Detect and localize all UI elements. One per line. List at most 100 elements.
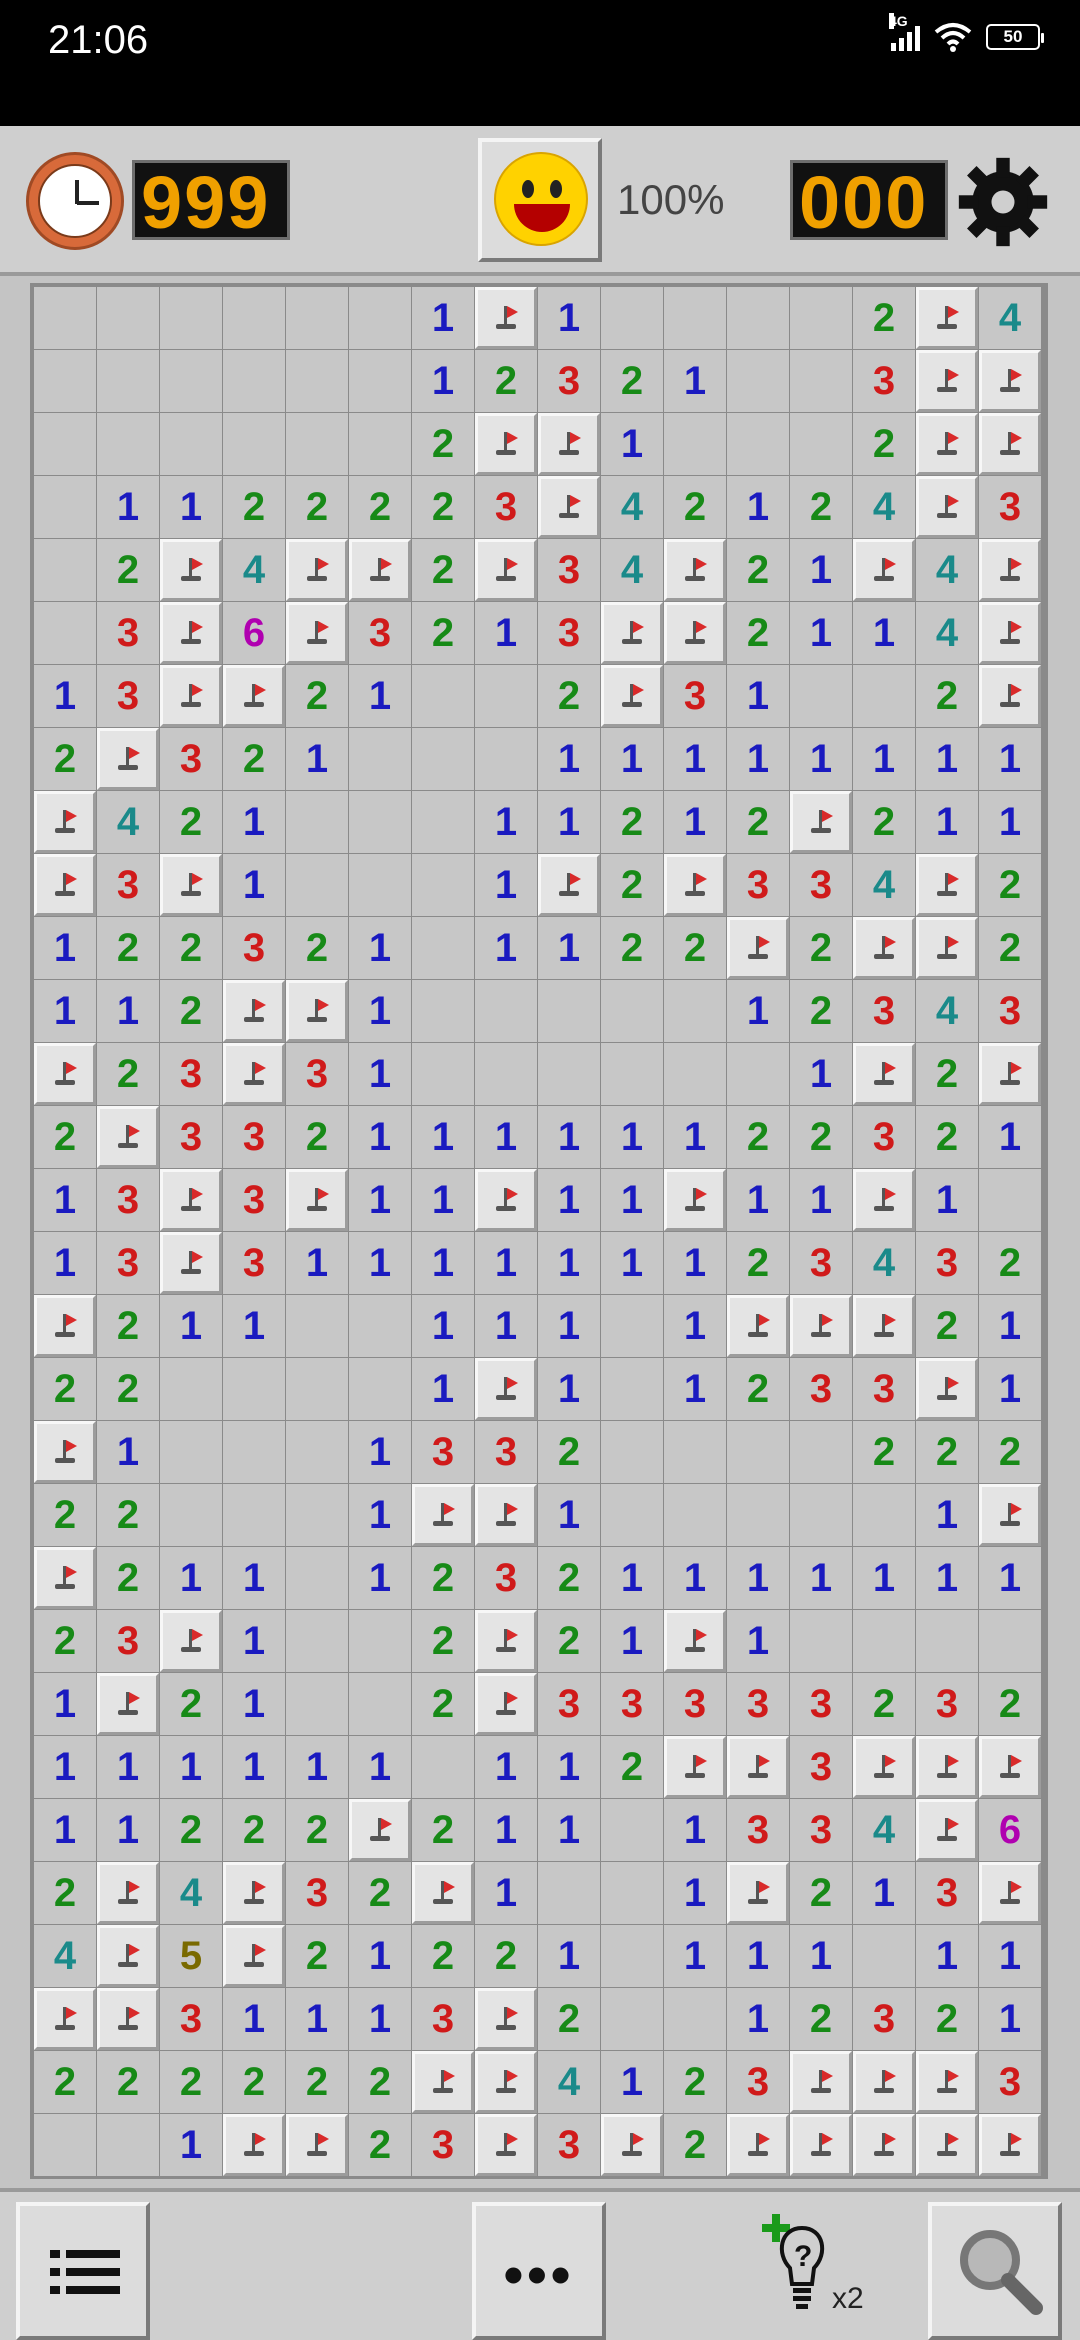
number-cell[interactable]: 2 — [286, 2051, 348, 2113]
flagged-cell[interactable] — [853, 1295, 915, 1357]
flagged-cell[interactable] — [790, 791, 852, 853]
number-cell[interactable]: 3 — [538, 1673, 600, 1735]
number-cell[interactable]: 3 — [475, 1421, 537, 1483]
number-cell[interactable]: 1 — [664, 1799, 726, 1861]
number-cell[interactable]: 2 — [34, 1484, 96, 1546]
number-cell[interactable]: 2 — [916, 665, 978, 727]
flagged-cell[interactable] — [475, 1169, 537, 1231]
number-cell[interactable]: 3 — [97, 854, 159, 916]
number-cell[interactable]: 2 — [979, 1673, 1041, 1735]
number-cell[interactable]: 1 — [475, 1799, 537, 1861]
number-cell[interactable]: 3 — [475, 476, 537, 538]
empty-cell[interactable] — [790, 665, 852, 727]
number-cell[interactable]: 2 — [853, 413, 915, 475]
flagged-cell[interactable] — [97, 1673, 159, 1735]
number-cell[interactable]: 2 — [727, 1106, 789, 1168]
number-cell[interactable]: 2 — [286, 665, 348, 727]
number-cell[interactable]: 3 — [790, 1736, 852, 1798]
empty-cell[interactable] — [160, 350, 222, 412]
number-cell[interactable]: 3 — [160, 728, 222, 790]
empty-cell[interactable] — [286, 854, 348, 916]
number-cell[interactable]: 3 — [790, 854, 852, 916]
flagged-cell[interactable] — [727, 917, 789, 979]
empty-cell[interactable] — [853, 1925, 915, 1987]
number-cell[interactable]: 3 — [790, 1232, 852, 1294]
flagged-cell[interactable] — [34, 1421, 96, 1483]
empty-cell[interactable] — [349, 1358, 411, 1420]
search-button[interactable] — [928, 2202, 1062, 2340]
flagged-cell[interactable] — [349, 539, 411, 601]
number-cell[interactable]: 1 — [664, 350, 726, 412]
number-cell[interactable]: 1 — [790, 539, 852, 601]
number-cell[interactable]: 1 — [979, 1988, 1041, 2050]
empty-cell[interactable] — [97, 2114, 159, 2176]
number-cell[interactable]: 1 — [412, 1295, 474, 1357]
empty-cell[interactable] — [286, 1421, 348, 1483]
empty-cell[interactable] — [286, 1484, 348, 1546]
empty-cell[interactable] — [475, 665, 537, 727]
number-cell[interactable]: 1 — [349, 1106, 411, 1168]
empty-cell[interactable] — [601, 1925, 663, 1987]
flagged-cell[interactable] — [412, 1862, 474, 1924]
flagged-cell[interactable] — [664, 1610, 726, 1672]
number-cell[interactable]: 3 — [790, 1358, 852, 1420]
number-cell[interactable]: 3 — [349, 602, 411, 664]
number-cell[interactable]: 2 — [286, 1106, 348, 1168]
number-cell[interactable]: 3 — [979, 980, 1041, 1042]
number-cell[interactable]: 1 — [538, 1736, 600, 1798]
number-cell[interactable]: 2 — [727, 602, 789, 664]
number-cell[interactable]: 1 — [538, 1169, 600, 1231]
number-cell[interactable]: 1 — [34, 1736, 96, 1798]
number-cell[interactable]: 2 — [916, 1988, 978, 2050]
empty-cell[interactable] — [286, 1547, 348, 1609]
flagged-cell[interactable] — [664, 1169, 726, 1231]
empty-cell[interactable] — [412, 728, 474, 790]
number-cell[interactable]: 2 — [601, 1736, 663, 1798]
empty-cell[interactable] — [727, 1043, 789, 1105]
number-cell[interactable]: 4 — [160, 1862, 222, 1924]
number-cell[interactable]: 1 — [349, 1925, 411, 1987]
number-cell[interactable]: 3 — [916, 1673, 978, 1735]
flagged-cell[interactable] — [979, 1484, 1041, 1546]
flagged-cell[interactable] — [97, 1988, 159, 2050]
number-cell[interactable]: 3 — [223, 1232, 285, 1294]
flagged-cell[interactable] — [97, 1862, 159, 1924]
number-cell[interactable]: 1 — [790, 1043, 852, 1105]
flagged-cell[interactable] — [34, 791, 96, 853]
number-cell[interactable]: 2 — [727, 791, 789, 853]
number-cell[interactable]: 1 — [97, 1421, 159, 1483]
number-cell[interactable]: 2 — [538, 1610, 600, 1672]
number-cell[interactable]: 1 — [916, 1547, 978, 1609]
number-cell[interactable]: 1 — [160, 1736, 222, 1798]
number-cell[interactable]: 3 — [538, 602, 600, 664]
number-cell[interactable]: 2 — [223, 728, 285, 790]
number-cell[interactable]: 6 — [979, 1799, 1041, 1861]
flagged-cell[interactable] — [160, 539, 222, 601]
number-cell[interactable]: 2 — [97, 1295, 159, 1357]
number-cell[interactable]: 3 — [475, 1547, 537, 1609]
number-cell[interactable]: 2 — [664, 2051, 726, 2113]
number-cell[interactable]: 1 — [853, 1862, 915, 1924]
number-cell[interactable]: 2 — [412, 1799, 474, 1861]
empty-cell[interactable] — [286, 1295, 348, 1357]
flagged-cell[interactable] — [286, 1169, 348, 1231]
number-cell[interactable]: 2 — [412, 476, 474, 538]
empty-cell[interactable] — [853, 1610, 915, 1672]
number-cell[interactable]: 2 — [160, 1799, 222, 1861]
flagged-cell[interactable] — [853, 1043, 915, 1105]
number-cell[interactable]: 3 — [223, 1106, 285, 1168]
number-cell[interactable]: 1 — [538, 1484, 600, 1546]
empty-cell[interactable] — [664, 1421, 726, 1483]
flagged-cell[interactable] — [601, 2114, 663, 2176]
empty-cell[interactable] — [223, 287, 285, 349]
number-cell[interactable]: 1 — [601, 1610, 663, 1672]
flagged-cell[interactable] — [475, 2051, 537, 2113]
number-cell[interactable]: 1 — [727, 728, 789, 790]
number-cell[interactable]: 4 — [853, 476, 915, 538]
number-cell[interactable]: 2 — [349, 476, 411, 538]
flagged-cell[interactable] — [475, 287, 537, 349]
empty-cell[interactable] — [412, 917, 474, 979]
flagged-cell[interactable] — [853, 2051, 915, 2113]
empty-cell[interactable] — [349, 791, 411, 853]
number-cell[interactable]: 1 — [160, 2114, 222, 2176]
